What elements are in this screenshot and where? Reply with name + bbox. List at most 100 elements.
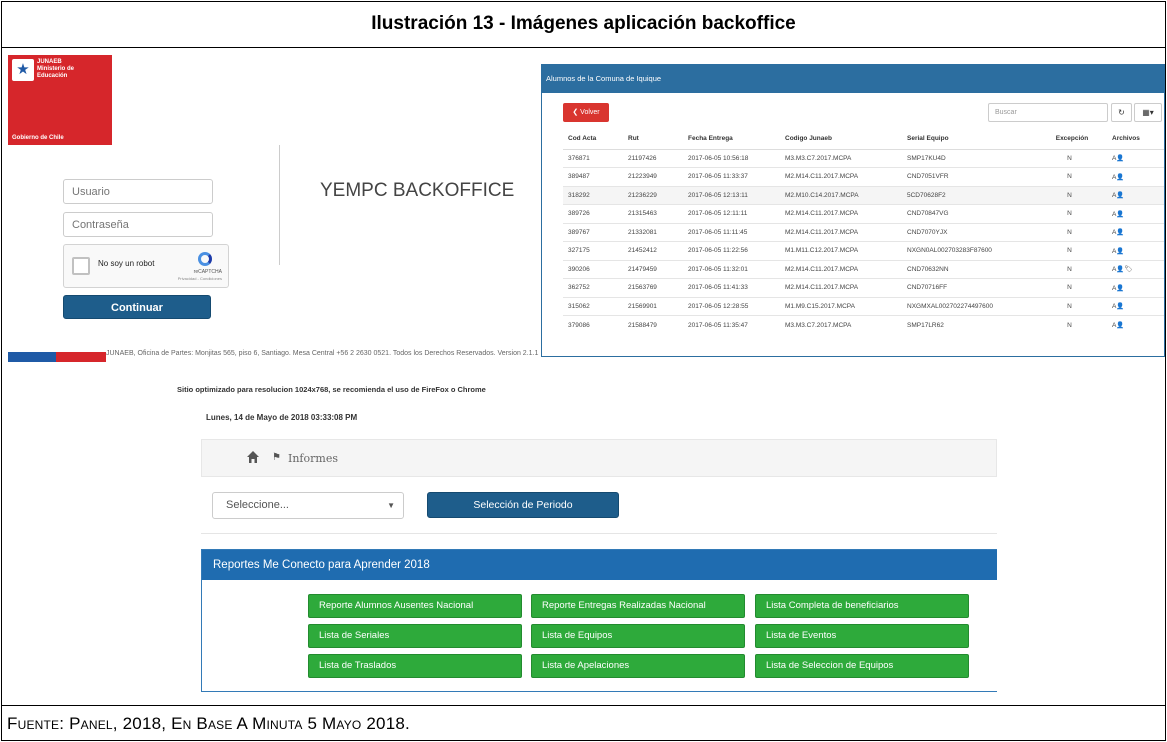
file-icons[interactable]: A👤 [1107, 296, 1164, 316]
report-button-apelaciones[interactable]: Lista de Apelaciones [531, 654, 745, 678]
table-row[interactable]: 389487 21223949 2017-06-05 11:33:37 M2.M14.… [563, 167, 1164, 186]
columns-icon[interactable]: ▦▾ [1134, 103, 1162, 122]
file-icons[interactable]: A👤 [1107, 278, 1164, 297]
table-cell: N [1032, 315, 1107, 334]
figure-frame: Ilustración 13 - Imágenes aplicación bac… [1, 1, 1166, 741]
table-cell: M2.M14.C11.2017.MCPA [780, 167, 902, 186]
table-row[interactable]: 376871 21197426 2017-06-05 10:56:18 M3.M3.C… [563, 148, 1164, 168]
column-header[interactable]: Archivos [1107, 129, 1164, 150]
table-cell: 2017-06-05 11:22:56 [683, 241, 780, 260]
search-input[interactable]: Buscar [988, 103, 1108, 122]
divider [279, 145, 280, 265]
table-row[interactable]: 362752 21563769 2017-06-05 11:41:33 M2.M14.… [563, 278, 1164, 297]
table-cell: 2017-06-05 11:41:33 [683, 278, 780, 297]
refresh-icon[interactable]: ↻ [1111, 103, 1132, 122]
flag-strip-red [56, 352, 106, 362]
recaptcha-links[interactable]: Privacidad - Condiciones [178, 276, 222, 281]
file-icons[interactable]: A👤 [1107, 167, 1164, 186]
table-cell: SMP17LR62 [902, 315, 1032, 334]
table-cell: M2.M14.C11.2017.MCPA [780, 259, 902, 279]
report-button-ausentes[interactable]: Reporte Alumnos Ausentes Nacional [308, 594, 522, 618]
table-cell: 327175 [563, 241, 623, 260]
table-cell: N [1032, 204, 1107, 223]
password-field[interactable] [63, 212, 213, 237]
flag-strip-blue [8, 352, 56, 362]
column-header[interactable]: Cod Acta [563, 129, 623, 150]
login-footer-note: Sitio optimizado para resolucion 1024x76… [177, 385, 486, 394]
column-header[interactable]: Rut [623, 129, 683, 150]
chile-crest-icon: ★ [12, 59, 34, 81]
column-header[interactable]: Codigo Junaeb [780, 129, 902, 150]
table-row[interactable]: 389767 21332081 2017-06-05 11:11:45 M2.M14.… [563, 222, 1164, 242]
report-date: Lunes, 14 de Mayo de 2018 03:33:08 PM [206, 413, 358, 422]
column-header[interactable]: Serial Equipo [902, 129, 1032, 150]
period-select-button[interactable]: Selección de Periodo [427, 492, 619, 518]
table-cell: 2017-06-05 10:56:18 [683, 148, 780, 168]
table-row[interactable]: 327175 21452412 2017-06-05 11:22:56 M1.M11.… [563, 241, 1164, 260]
table-cell: NXGMXAL002702274497600 [902, 296, 1032, 316]
table-cell: M2.M14.C11.2017.MCPA [780, 204, 902, 223]
table-row[interactable]: 315062 21569901 2017-06-05 12:28:55 M1.M9.C… [563, 296, 1164, 316]
recaptcha-icon [198, 252, 212, 266]
username-field[interactable] [63, 179, 213, 204]
table-cell: N [1032, 222, 1107, 242]
table-cell: 21315463 [623, 204, 683, 223]
file-icons[interactable]: A👤🏷 [1107, 259, 1164, 279]
table-cell: 21588479 [623, 315, 683, 334]
table-cell: 389726 [563, 204, 623, 223]
table-cell: M2.M10.C14.2017.MCPA [780, 185, 902, 205]
login-footer: JUNAEB, Oficina de Partes: Monjitas 565,… [106, 350, 539, 357]
table-row[interactable]: 390206 21479459 2017-06-05 11:32:01 M2.M14.… [563, 259, 1164, 279]
back-button[interactable]: ❮ Volver [563, 103, 609, 122]
table-cell: 21452412 [623, 241, 683, 260]
table-cell: N [1032, 296, 1107, 316]
file-icons[interactable]: A👤 [1107, 241, 1164, 260]
table-cell: N [1032, 241, 1107, 260]
table-cell: 21563769 [623, 278, 683, 297]
report-button-traslados[interactable]: Lista de Traslados [308, 654, 522, 678]
report-button-equipos[interactable]: Lista de Equipos [531, 624, 745, 648]
file-icons[interactable]: A👤 [1107, 222, 1164, 242]
reports-panel-title: Reportes Me Conecto para Aprender 2018 [202, 550, 997, 580]
table-cell: 21236229 [623, 185, 683, 205]
file-icons[interactable]: A👤 [1107, 315, 1164, 334]
table-cell: 21223949 [623, 167, 683, 186]
table-cell: CND70847VG [902, 204, 1032, 223]
period-select[interactable]: Seleccione... ▼ [212, 492, 404, 519]
file-icons[interactable]: A👤 [1107, 185, 1164, 205]
app-title: YEMPC BACKOFFICE [320, 180, 515, 201]
table-cell: 315062 [563, 296, 623, 316]
report-button-eventos[interactable]: Lista de Eventos [755, 624, 969, 648]
table-cell: 5CD70628F2 [902, 185, 1032, 205]
table-cell: N [1032, 259, 1107, 279]
breadcrumb-informes[interactable]: Informes [288, 452, 338, 465]
table-row[interactable]: 379086 21588479 2017-06-05 11:35:47 M3.M3.C… [563, 315, 1164, 334]
recaptcha-widget[interactable]: No soy un robot reCAPTCHA Privacidad - C… [63, 244, 229, 288]
table-cell: N [1032, 148, 1107, 168]
table-row[interactable]: 389726 21315463 2017-06-05 12:11:11 M2.M14.… [563, 204, 1164, 223]
report-button-beneficiarios[interactable]: Lista Completa de beneficiarios [755, 594, 969, 618]
home-icon[interactable] [246, 450, 260, 464]
table-cell: 21332081 [623, 222, 683, 242]
table-cell: 21479459 [623, 259, 683, 279]
table-cell: 2017-06-05 11:35:47 [683, 315, 780, 334]
table-row[interactable]: 318292 21236229 2017-06-05 12:13:11 M2.M10.… [563, 185, 1164, 205]
table-cell: 2017-06-05 12:11:11 [683, 204, 780, 223]
table-cell: 21197426 [623, 148, 683, 168]
column-header[interactable]: Excepción [1032, 129, 1107, 150]
report-navbar: ⚑ Informes [201, 439, 997, 477]
gov-org-label: JUNAEB Ministerio de Educación [37, 59, 75, 79]
continue-button[interactable]: Continuar [63, 295, 211, 319]
table-cell: M1.M9.C15.2017.MCPA [780, 296, 902, 316]
report-button-seleccion[interactable]: Lista de Seleccion de Equipos [755, 654, 969, 678]
login-screen: ★ JUNAEB Ministerio de Educación Gobiern… [8, 55, 541, 383]
report-button-entregas[interactable]: Reporte Entregas Realizadas Nacional [531, 594, 745, 618]
file-icons[interactable]: A👤 [1107, 148, 1164, 168]
table-cell: 21569901 [623, 296, 683, 316]
students-table: Cod Acta Rut Fecha Entrega Codigo Junaeb Ser… [563, 129, 1164, 334]
table-cell: M2.M14.C11.2017.MCPA [780, 222, 902, 242]
report-button-seriales[interactable]: Lista de Seriales [308, 624, 522, 648]
file-icons[interactable]: A👤 [1107, 204, 1164, 223]
column-header[interactable]: Fecha Entrega [683, 129, 780, 150]
recaptcha-checkbox[interactable] [72, 257, 90, 275]
